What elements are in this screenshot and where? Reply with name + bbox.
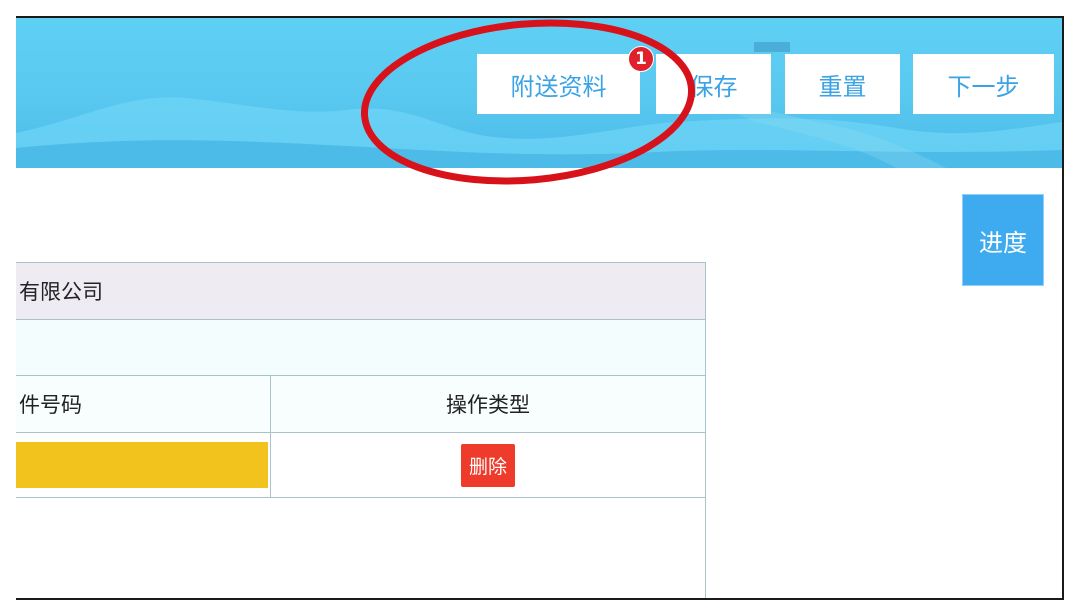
company-row: 有限公司 (16, 262, 706, 320)
materials-table: 有限公司 件号码 操作类型 删除 (16, 262, 706, 598)
attach-materials-button[interactable]: 附送资料 (477, 54, 640, 114)
column-header-operation-type: 操作类型 (270, 375, 706, 433)
delete-button[interactable]: 删除 (460, 443, 515, 487)
empty-cell (16, 497, 706, 598)
empty-row (16, 497, 706, 598)
operation-cell: 删除 (270, 432, 706, 498)
id-number-cell (16, 432, 271, 498)
table-header-row: 件号码 操作类型 (16, 375, 706, 433)
header-banner: 附送资料 保存 重置 下一步 (16, 18, 1062, 168)
column-header-id-number: 件号码 (16, 375, 271, 433)
id-number-field[interactable] (16, 442, 268, 488)
next-step-button[interactable]: 下一步 (913, 54, 1054, 114)
blank-row (16, 319, 706, 376)
step-badge: 1 (628, 46, 654, 72)
table-row: 删除 (16, 432, 706, 498)
reset-button[interactable]: 重置 (785, 54, 900, 114)
progress-button[interactable]: 进度 (962, 194, 1044, 286)
save-button[interactable]: 保存 (656, 54, 771, 114)
blank-cell (16, 319, 706, 376)
company-name-cell: 有限公司 (16, 262, 706, 320)
page-frame: 附送资料 保存 重置 下一步 进度 有限公司 件号码 操作类型 删除 1 (16, 16, 1064, 600)
